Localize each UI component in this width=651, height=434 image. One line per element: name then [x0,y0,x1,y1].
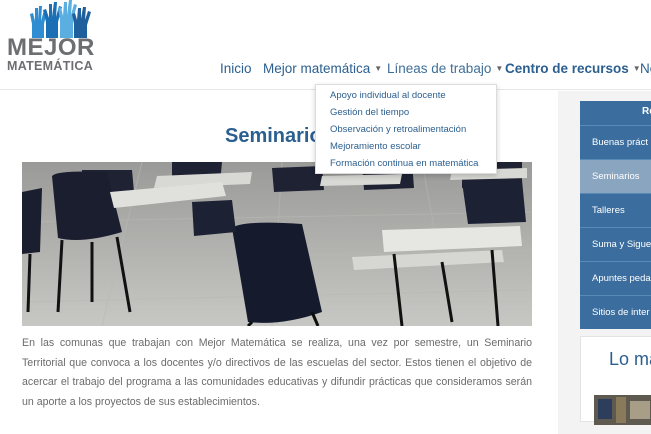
nav-item-label: Inicio [220,61,252,76]
nav-item-label: Líneas de trabajo [387,61,492,76]
nav-item-label: No [640,61,651,76]
classroom-chairs-photo [22,162,532,326]
nav-item-centro-de-recursos[interactable]: Centro de recursos ▼ [505,61,641,77]
sidebar-item-buenas-practicas[interactable]: Buenas práct [580,125,651,159]
chevron-down-icon: ▼ [495,64,504,73]
sidebar-header: Re [580,101,651,125]
raised-hands-logo-icon [30,0,91,38]
nav-item-label: Mejor matemática [263,61,371,76]
featured-thumbnail[interactable] [594,395,651,425]
sidebar-box-title: Lo má [609,349,651,369]
sidebar-item-talleres[interactable]: Talleres [580,193,651,227]
dropdown-item-formacion[interactable]: Formación continua en matemática [316,157,496,174]
sidebar-featured-box: Lo má [580,336,651,425]
sidebar-item-suma-y-sigue[interactable]: Suma y Sigue [580,227,651,261]
nav-item-mejor-matematica[interactable]: Mejor matemática ▼ [263,61,382,77]
seminario-description: En las comunas que trabajan con Mejor Ma… [22,337,532,408]
featured-thumbnail-image [594,395,651,425]
sidebar-item-sitios[interactable]: Sitios de inter [580,295,651,329]
nav-item-truncated[interactable]: No [640,61,651,77]
resources-sidebar: Re Buenas práct Seminarios Talleres Suma… [580,101,651,329]
dropdown-item-observacion[interactable]: Observación y retroalimentación [316,123,496,140]
logo-text-mejor: MEJOR [7,34,95,61]
dropdown-item-gestion[interactable]: Gestión del tiempo [316,106,496,123]
nav-item-inicio[interactable]: Inicio [220,61,252,77]
site-header: MEJOR MATEMÁTICA Inicio Mejor matemática… [0,0,651,90]
dropdown-item-mejoramiento[interactable]: Mejoramiento escolar [316,140,496,157]
dropdown-item-apoyo[interactable]: Apoyo individual al docente [316,89,496,106]
sidebar-item-apuntes[interactable]: Apuntes peda [580,261,651,295]
logo-text-matematica: MATEMÁTICA [7,59,94,73]
mejor-matematica-dropdown: Apoyo individual al docente Gestión del … [315,84,497,174]
sidebar-item-seminarios[interactable]: Seminarios [580,159,651,193]
site-logo[interactable]: MEJOR MATEMÁTICA [6,0,106,76]
nav-item-lineas-de-trabajo[interactable]: Líneas de trabajo ▼ [387,61,503,77]
page-title: Seminario [225,125,322,147]
chevron-down-icon: ▼ [374,64,383,73]
nav-item-label: Centro de recursos [505,61,629,76]
classroom-chairs-image [22,162,532,326]
